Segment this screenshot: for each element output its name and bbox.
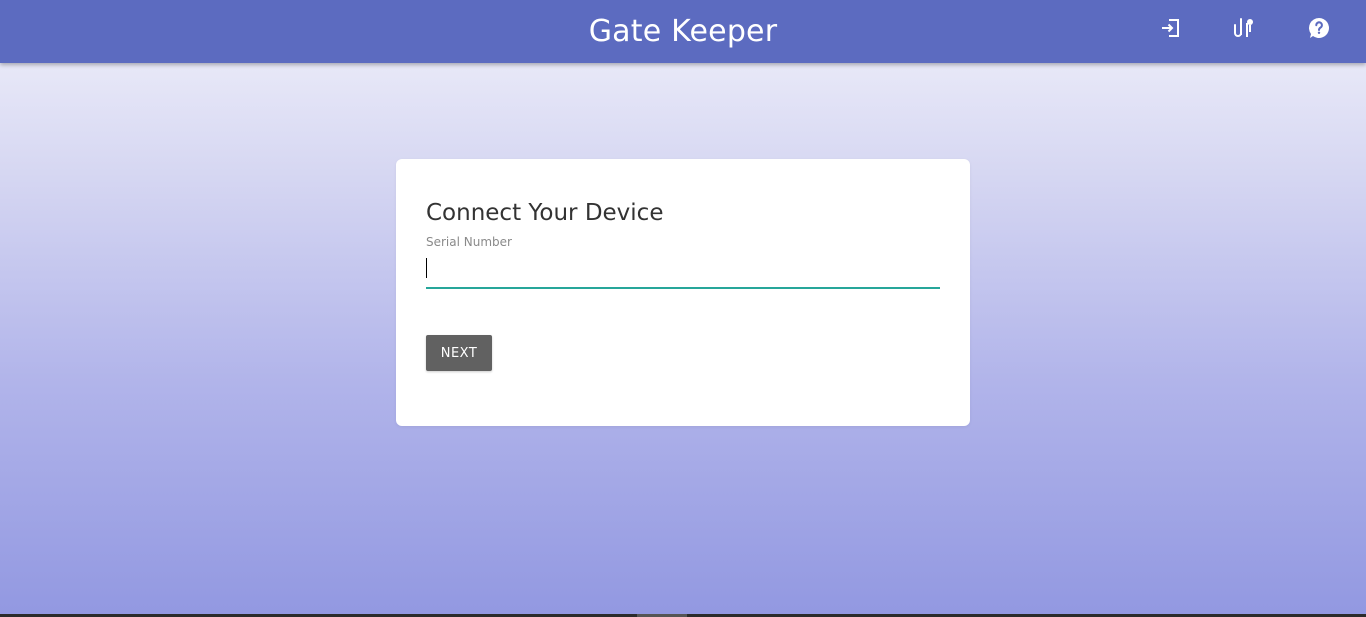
- device-settings-icon: [1233, 16, 1257, 40]
- text-cursor: [426, 258, 427, 278]
- serial-number-label: Serial Number: [426, 235, 512, 249]
- connect-device-card: Connect Your Device Serial Number NEXT: [396, 159, 970, 426]
- next-button[interactable]: NEXT: [426, 335, 492, 371]
- help-button[interactable]: [1306, 15, 1332, 41]
- app-bar: Gate Keeper: [0, 0, 1366, 63]
- help-icon: [1307, 16, 1331, 40]
- login-button[interactable]: [1158, 15, 1184, 41]
- device-settings-button[interactable]: [1232, 15, 1258, 41]
- page: Gate Keeper Connect Your Device Serial N…: [0, 0, 1366, 617]
- login-icon: [1159, 16, 1183, 40]
- serial-number-input[interactable]: [426, 255, 940, 289]
- card-title: Connect Your Device: [426, 200, 664, 226]
